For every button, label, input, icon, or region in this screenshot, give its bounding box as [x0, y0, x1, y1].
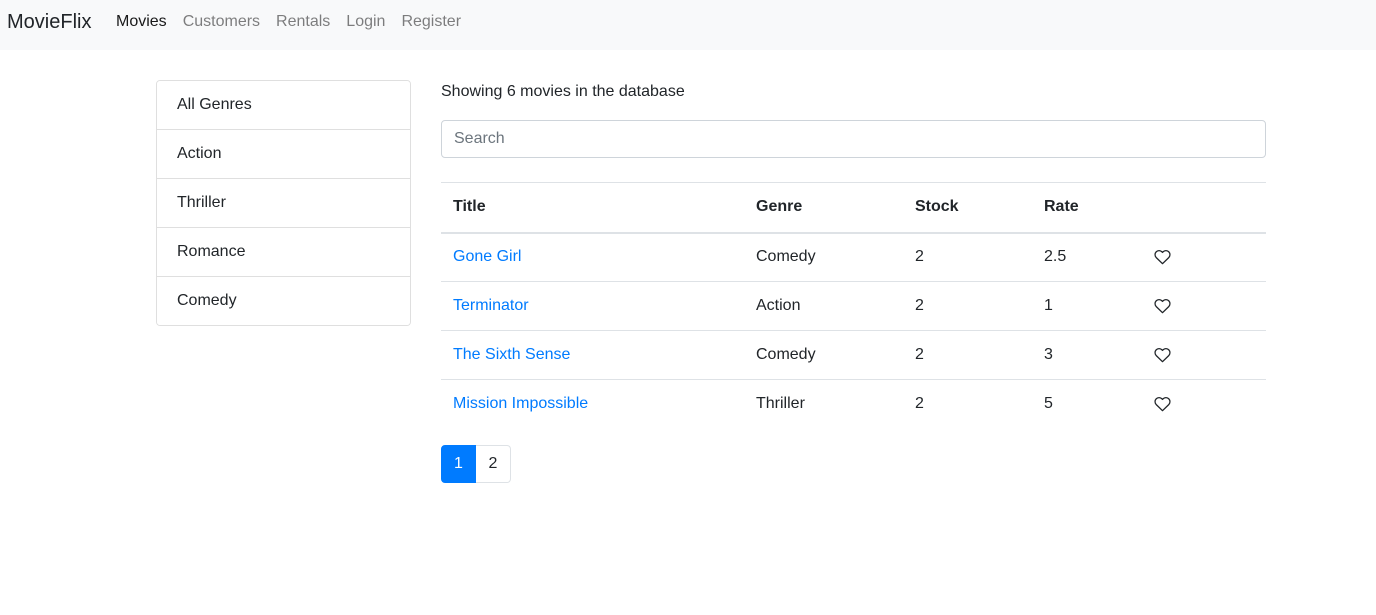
cell-stock: 2 [903, 379, 1032, 429]
cell-rate: 3 [1032, 330, 1142, 380]
cell-title: Terminator [441, 281, 744, 331]
genre-list: All Genres Action Thriller Romance Comed… [156, 80, 411, 326]
nav-link-rentals[interactable]: Rentals [268, 12, 338, 32]
column-header-rate[interactable]: Rate [1032, 182, 1142, 234]
cell-title: Mission Impossible [441, 379, 744, 429]
movie-title-link[interactable]: Mission Impossible [453, 395, 588, 412]
cell-genre: Comedy [744, 330, 903, 380]
genre-item-romance[interactable]: Romance [157, 228, 410, 277]
movie-count-text: Showing 6 movies in the database [441, 83, 685, 100]
table-row: Mission Impossible Thriller 2 5 [441, 379, 1266, 429]
nav-links: Movies Customers Rentals Login Register [108, 12, 469, 32]
page-button-2[interactable]: 2 [476, 444, 511, 483]
table-header-row: Title Genre Stock Rate [441, 182, 1266, 234]
cell-like [1142, 330, 1266, 380]
nav-link-login[interactable]: Login [338, 12, 393, 32]
brand-logo[interactable]: MovieFlix [7, 10, 91, 34]
cell-stock: 2 [915, 248, 924, 266]
main-content: Showing 6 movies in the database Title G… [441, 80, 1266, 483]
movie-title-link[interactable]: Terminator [453, 297, 529, 314]
heart-outline-icon[interactable] [1154, 396, 1171, 412]
cell-like [1142, 281, 1266, 331]
cell-like [1142, 233, 1266, 282]
navbar: MovieFlix Movies Customers Rentals Login… [0, 0, 1376, 50]
pagination: 1 2 [441, 444, 1266, 483]
heart-outline-icon[interactable] [1154, 347, 1171, 363]
page-button-1[interactable]: 1 [441, 444, 476, 483]
table-row: The Sixth Sense Comedy 2 3 [441, 330, 1266, 380]
column-header-like [1142, 182, 1266, 234]
cell-stock: 2 [903, 281, 1032, 331]
cell-genre: Thriller [744, 379, 903, 429]
cell-like [1142, 379, 1266, 429]
cell-stock: 2 [903, 330, 1032, 380]
genre-item-thriller[interactable]: Thriller [157, 179, 410, 228]
genre-item-comedy[interactable]: Comedy [157, 277, 410, 325]
cell-rate: 1 [1032, 281, 1142, 331]
cell-rate: 2.5 [1044, 248, 1067, 266]
movie-title-link[interactable]: The Sixth Sense [453, 346, 570, 363]
heart-outline-icon[interactable] [1154, 249, 1171, 265]
genre-item-action[interactable]: Action [157, 130, 410, 179]
nav-link-register[interactable]: Register [393, 12, 469, 32]
search-input[interactable] [441, 120, 1266, 158]
table-row: Terminator Action 2 1 [441, 281, 1266, 331]
table-row: Gone Girl Comedy 2 2.5 [441, 233, 1266, 282]
column-header-stock[interactable]: Stock [903, 182, 1032, 234]
cell-rate: 5 [1032, 379, 1142, 429]
column-header-title[interactable]: Title [441, 182, 744, 234]
genre-item-all[interactable]: All Genres [157, 81, 410, 130]
column-header-genre[interactable]: Genre [744, 182, 903, 234]
cell-genre: Action [744, 281, 903, 331]
cell-genre: Comedy [756, 248, 816, 266]
cell-title: Gone Girl [441, 233, 744, 282]
heart-outline-icon[interactable] [1154, 298, 1171, 314]
cell-title: The Sixth Sense [441, 330, 744, 380]
nav-link-movies[interactable]: Movies [108, 12, 175, 32]
nav-link-customers[interactable]: Customers [175, 12, 268, 32]
movie-title-link[interactable]: Gone Girl [453, 248, 521, 265]
movies-table: Title Genre Stock Rate Gone Girl Comedy … [441, 182, 1266, 429]
